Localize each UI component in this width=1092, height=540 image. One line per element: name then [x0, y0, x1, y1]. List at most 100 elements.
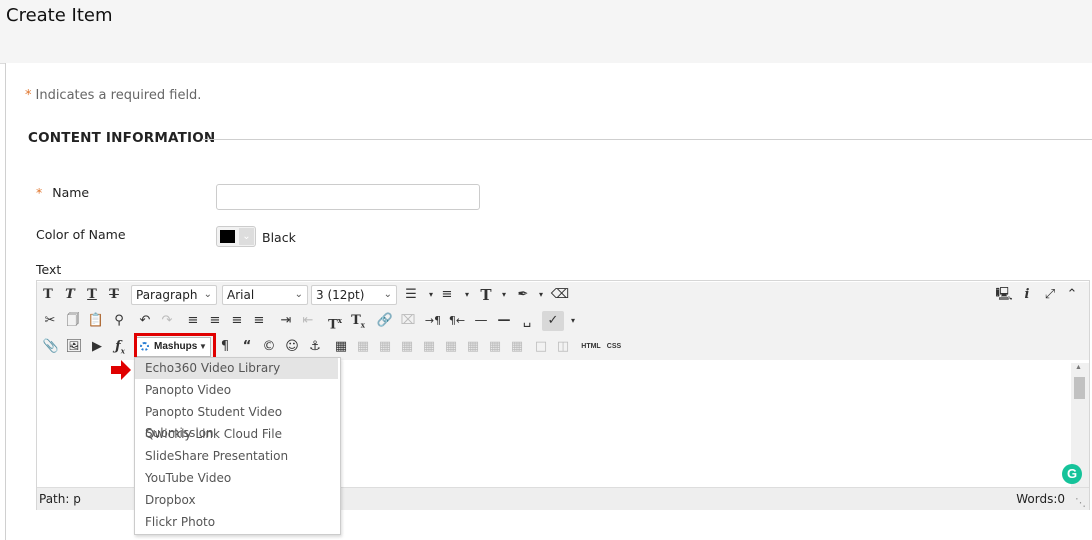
nonbreaking-space-icon[interactable]: ␣	[517, 311, 537, 331]
name-label-text: Name	[52, 185, 90, 200]
subscript-icon[interactable]: Tx	[348, 311, 368, 331]
menu-item-echo360[interactable]: Echo360 Video Library	[135, 358, 338, 379]
table-row-props-icon[interactable]: ▦	[353, 337, 373, 357]
size-select[interactable]: 3 (12pt) ⌄	[311, 285, 397, 305]
section-divider	[202, 139, 1092, 140]
scroll-thumb[interactable]	[1074, 377, 1085, 399]
delete-col-icon[interactable]: ▦	[507, 337, 527, 357]
fullscreen-icon[interactable]: ⤢	[1040, 285, 1060, 305]
emoticon-icon[interactable]: ☺	[282, 337, 302, 357]
text-color-dropdown-icon[interactable]: ▾	[494, 285, 514, 305]
text-label: Text	[36, 262, 62, 277]
insert-col-after-icon[interactable]: ▦	[485, 337, 505, 357]
menu-item-youtube[interactable]: YouTube Video	[135, 468, 338, 489]
horizontal-rule-icon[interactable]: —	[471, 311, 491, 331]
mashups-highlight-box	[134, 333, 216, 360]
numbered-list-dropdown-icon[interactable]: ▾	[457, 285, 477, 305]
text-color-icon[interactable]: T	[476, 285, 496, 305]
required-note: * Indicates a required field.	[25, 88, 201, 103]
spellcheck-icon[interactable]: ✓	[542, 311, 564, 331]
insert-row-after-icon[interactable]: ▦	[419, 337, 439, 357]
paragraph-select-value: Paragraph	[136, 288, 198, 302]
horizontal-line-icon[interactable]: —	[494, 311, 514, 331]
toolbar-row-1: T T T T Paragraph ⌄ Arial ⌄ 3 (12pt) ⌄ ☰ ▾ …	[37, 282, 1089, 308]
menu-item-dropbox[interactable]: Dropbox	[135, 490, 338, 511]
color-swatch	[220, 230, 235, 243]
copy-icon[interactable]: 🗍	[63, 311, 83, 331]
blockquote-icon[interactable]: “	[237, 337, 257, 357]
info-icon[interactable]: i	[1017, 285, 1037, 305]
align-right-icon[interactable]: ≡	[227, 311, 247, 331]
scroll-up-icon[interactable]: ▲	[1075, 364, 1082, 371]
underline-icon[interactable]: T	[82, 285, 102, 305]
menu-item-slideshare[interactable]: SlideShare Presentation	[135, 446, 338, 467]
chevron-down-icon: ⌄	[383, 289, 392, 300]
outdent-icon[interactable]: ⇤	[298, 311, 318, 331]
menu-item-panopto-video[interactable]: Panopto Video	[135, 380, 338, 401]
paragraph-select[interactable]: Paragraph ⌄	[131, 285, 217, 305]
highlight-dropdown-icon[interactable]: ▾	[531, 285, 551, 305]
grammarly-icon[interactable]: G	[1062, 464, 1082, 484]
cut-icon[interactable]: ✂	[40, 311, 60, 331]
name-label: * Name	[36, 185, 89, 200]
bold-icon[interactable]: T	[38, 285, 58, 305]
merge-cells-icon[interactable]: ◫	[553, 337, 573, 357]
resize-handle-icon[interactable]: ⋱	[1075, 492, 1086, 514]
redo-icon[interactable]: ↷	[157, 311, 177, 331]
required-note-text: Indicates a required field.	[35, 88, 202, 103]
justify-icon[interactable]: ≡	[249, 311, 269, 331]
paste-icon[interactable]: 📋	[86, 311, 106, 331]
chevron-down-icon: ⌄	[239, 228, 254, 245]
spellcheck-dropdown-icon[interactable]: ▾	[563, 311, 583, 331]
bullet-list-icon[interactable]: ☰	[401, 285, 421, 305]
indent-icon[interactable]: ⇥	[276, 311, 296, 331]
unlink-icon[interactable]: ⌧	[398, 311, 418, 331]
split-cells-icon[interactable]: □	[531, 337, 551, 357]
undo-icon[interactable]: ↶	[135, 311, 155, 331]
color-picker[interactable]: ⌄	[216, 226, 256, 247]
menu-item-qwickly[interactable]: Qwickly Link Cloud File	[135, 424, 338, 445]
attachment-icon[interactable]: 📎	[41, 337, 61, 357]
italic-icon[interactable]: T	[60, 285, 80, 305]
link-icon[interactable]: 🔗	[375, 311, 395, 331]
font-select-value: Arial	[227, 288, 255, 302]
highlight-icon[interactable]: ✒	[513, 285, 533, 305]
chevron-down-icon: ⌄	[203, 289, 212, 300]
font-select[interactable]: Arial ⌄	[222, 285, 308, 305]
collapse-toolbar-icon[interactable]: ⌃	[1062, 285, 1082, 305]
delete-row-icon[interactable]: ▦	[441, 337, 461, 357]
math-formula-icon[interactable]: ƒx	[110, 337, 130, 357]
size-select-value: 3 (12pt)	[316, 288, 365, 302]
section-title: CONTENT INFORMATION	[28, 130, 216, 146]
strikethrough-icon[interactable]: T	[104, 285, 124, 305]
numbered-list-icon[interactable]: ≡	[437, 285, 457, 305]
required-star: *	[25, 88, 32, 103]
page-header: Create Item	[0, 0, 1092, 64]
rtl-icon[interactable]: ¶←	[447, 311, 467, 331]
menu-item-panopto-student[interactable]: Panopto Student Video Submission	[135, 402, 338, 440]
insert-col-before-icon[interactable]: ▦	[463, 337, 483, 357]
html-button[interactable]: HTML	[579, 337, 603, 357]
superscript-icon[interactable]: Tx	[325, 311, 345, 332]
copyright-icon[interactable]: ©	[259, 337, 279, 357]
css-button[interactable]: CSS	[603, 337, 625, 357]
align-center-icon[interactable]: ≡	[205, 311, 225, 331]
image-icon[interactable]: 🖼	[64, 337, 84, 357]
menu-item-flickr[interactable]: Flickr Photo	[135, 512, 338, 533]
color-value: Black	[262, 230, 296, 245]
toolbar-row-2: ✂ 🗍 📋 ⚲ ↶ ↷ ≡ ≡ ≡ ≡ ⇥ ⇤ Tx Tx 🔗 ⌧ →¶ ¶← …	[37, 308, 1089, 334]
table-cell-props-icon[interactable]: ▦	[375, 337, 395, 357]
find-icon[interactable]: ⚲	[109, 311, 129, 331]
path-indicator: Path: p	[39, 492, 81, 506]
table-icon[interactable]: ▦	[331, 337, 351, 357]
eraser-icon[interactable]: ⌫	[550, 285, 570, 305]
required-star: *	[36, 185, 43, 200]
paragraph-mark-icon[interactable]: ¶	[215, 337, 235, 357]
ltr-icon[interactable]: →¶	[423, 311, 443, 331]
preview-icon[interactable]: 🖳	[994, 285, 1014, 305]
align-left-icon[interactable]: ≡	[183, 311, 203, 331]
media-icon[interactable]: ▶	[87, 337, 107, 357]
anchor-icon[interactable]: ⚓	[305, 337, 325, 357]
insert-row-before-icon[interactable]: ▦	[397, 337, 417, 357]
name-input[interactable]	[216, 184, 480, 210]
